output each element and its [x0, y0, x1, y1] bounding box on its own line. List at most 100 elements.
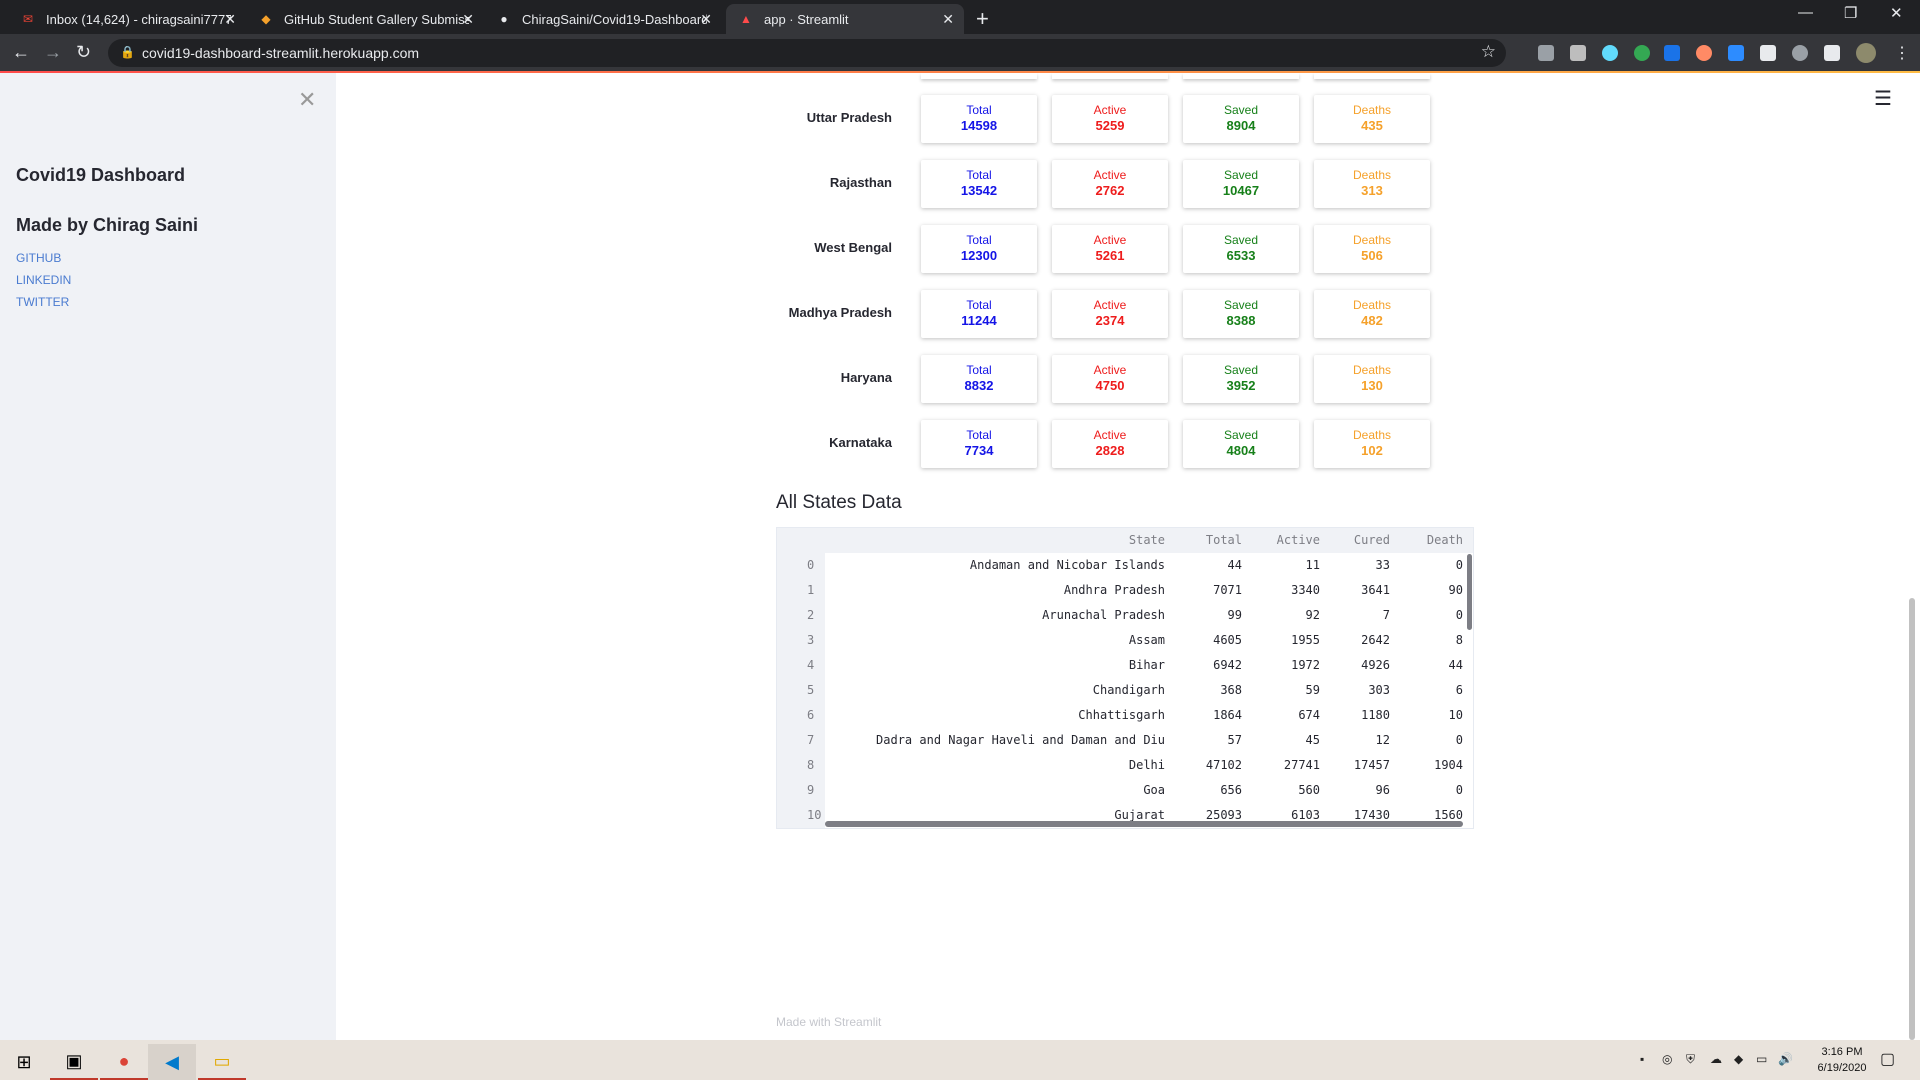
- hamburger-menu-icon[interactable]: ☰: [1874, 86, 1892, 111]
- table-cell: 99: [1227, 608, 1242, 622]
- streamlit-icon: ▲: [740, 12, 752, 26]
- new-tab-button[interactable]: +: [976, 6, 989, 32]
- table-cell: 1864: [1213, 708, 1242, 722]
- close-tab-icon[interactable]: ✕: [462, 11, 474, 28]
- stat-value: 2374: [1095, 313, 1125, 328]
- menu-kebab-icon[interactable]: ⋮: [1894, 43, 1910, 63]
- terminal-icon[interactable]: ▣: [50, 1044, 98, 1080]
- github-link[interactable]: GITHUB: [16, 251, 61, 265]
- column-header[interactable]: Cured: [1354, 533, 1390, 547]
- row-index: 3: [807, 633, 815, 647]
- table-cell: Goa: [1143, 783, 1165, 797]
- notifications-icon[interactable]: ▢: [1880, 1049, 1895, 1069]
- row-index: 8: [807, 758, 815, 772]
- table-cell: 0: [1455, 733, 1463, 747]
- bookmark-star-icon[interactable]: ☆: [1481, 42, 1496, 62]
- stat-card-total: Total 11244: [921, 290, 1037, 338]
- extension-s-icon[interactable]: [1664, 45, 1680, 61]
- stat-label: Active: [1093, 298, 1127, 312]
- stat-label: Active: [1093, 103, 1127, 117]
- table-cell: 45: [1305, 733, 1320, 747]
- sidebar-title: Covid19 Dashboard: [16, 165, 186, 185]
- stat-label: Saved: [1223, 428, 1259, 442]
- column-header[interactable]: Active: [1277, 533, 1320, 547]
- table-cell: 17457: [1353, 758, 1390, 772]
- stat-value: 2828: [1095, 443, 1125, 458]
- table-cell: 8: [1455, 633, 1463, 647]
- restore-icon[interactable]: ❐: [1844, 4, 1857, 22]
- reload-icon[interactable]: ↻: [76, 42, 91, 63]
- table-cell: Chhattisgarh: [1078, 708, 1165, 722]
- extension-card-icon[interactable]: [1760, 45, 1776, 61]
- address-bar[interactable]: 🔒 covid19-dashboard-streamlit.herokuapp.…: [108, 39, 1506, 67]
- table-cell: 0: [1455, 558, 1463, 572]
- vertical-scrollbar[interactable]: [1467, 554, 1472, 630]
- column-header[interactable]: Death: [1427, 533, 1463, 547]
- chrome-icon[interactable]: ●: [100, 1044, 148, 1080]
- column-header[interactable]: State: [1129, 533, 1165, 547]
- camera-extension-icon[interactable]: [1570, 45, 1586, 61]
- card-stub: [1052, 73, 1168, 79]
- stat-label: Saved: [1223, 233, 1259, 247]
- extension-face-icon[interactable]: [1696, 45, 1712, 61]
- tray-dropbox-icon[interactable]: ◆: [1734, 1052, 1743, 1066]
- browser-tab-streamlit[interactable]: ▲ app · Streamlit ✕: [726, 4, 964, 34]
- clock-date: 6/19/2020: [1817, 1062, 1867, 1074]
- stat-card-deaths: Deaths 102: [1314, 420, 1430, 468]
- vscode-icon[interactable]: ◀: [148, 1044, 196, 1080]
- react-devtools-icon[interactable]: [1602, 45, 1618, 61]
- extension-icon[interactable]: [1538, 45, 1554, 61]
- lock-icon: 🔒: [120, 45, 135, 59]
- card-stub: [1314, 73, 1430, 79]
- linkedin-link[interactable]: LINKEDIN: [16, 273, 71, 287]
- stat-value: 5261: [1095, 248, 1125, 263]
- cloud-icon[interactable]: ☁: [1710, 1052, 1722, 1066]
- close-window-icon[interactable]: ✕: [1890, 4, 1903, 22]
- row-index: 0: [807, 558, 815, 572]
- stat-label: Saved: [1223, 103, 1259, 117]
- tray-monitor-icon[interactable]: ▭: [1756, 1052, 1767, 1066]
- state-name: Karnataka: [829, 435, 892, 450]
- stat-card-total: Total 13542: [921, 160, 1037, 208]
- table-cell: Delhi: [1128, 758, 1165, 772]
- browser-tab-gallery[interactable]: ◆ GitHub Student Gallery Submissi ✕: [246, 4, 484, 34]
- table-cell: 6: [1455, 683, 1463, 697]
- windows-start-icon[interactable]: ⊞: [0, 1044, 48, 1080]
- table-cell: 44: [1227, 558, 1242, 572]
- table-cell: 44: [1448, 658, 1463, 672]
- forward-icon[interactable]: →: [44, 42, 62, 63]
- tray-shield-icon[interactable]: ⛨: [1686, 1052, 1695, 1067]
- sidebar-subtitle: Made by Chirag Saini: [16, 215, 199, 235]
- stat-card-total: Total 14598: [921, 95, 1037, 143]
- file-explorer-icon[interactable]: ▭: [198, 1044, 246, 1080]
- stat-value: 12300: [960, 248, 998, 263]
- twitter-link[interactable]: TWITTER: [16, 295, 69, 309]
- close-tab-icon[interactable]: ✕: [224, 11, 236, 28]
- stat-card-deaths: Deaths 482: [1314, 290, 1430, 338]
- table-cell: 17430: [1353, 808, 1390, 822]
- puzzle-icon[interactable]: [1824, 45, 1840, 61]
- minimize-icon[interactable]: —: [1798, 4, 1813, 21]
- tray-app-icon[interactable]: ▪: [1640, 1052, 1644, 1066]
- close-tab-icon[interactable]: ✕: [700, 11, 712, 28]
- extension-circle-icon[interactable]: [1792, 45, 1808, 61]
- browser-tab-github[interactable]: ● ChiragSaini/Covid19-Dashboard ✕: [484, 4, 722, 34]
- footer[interactable]: Made with Streamlit: [776, 1015, 881, 1029]
- stat-label: Total: [966, 233, 992, 247]
- extension-green-icon[interactable]: [1634, 45, 1650, 61]
- volume-icon[interactable]: 🔊: [1778, 1052, 1793, 1066]
- close-icon[interactable]: ✕: [298, 87, 316, 113]
- column-header[interactable]: Total: [1206, 533, 1242, 547]
- page-scrollbar[interactable]: [1909, 598, 1915, 1040]
- back-icon[interactable]: ←: [12, 42, 30, 63]
- close-tab-icon[interactable]: ✕: [942, 11, 954, 28]
- stat-value: 4804: [1226, 443, 1256, 458]
- avatar[interactable]: [1856, 43, 1876, 63]
- browser-tab-gmail[interactable]: ✉ Inbox (14,624) - chiragsaini7777@ ✕: [8, 4, 246, 34]
- data-table[interactable]: State Total Active Cured Death 0 Andaman and N…: [776, 527, 1474, 829]
- horizontal-scrollbar[interactable]: [825, 821, 1463, 827]
- tray-network-icon[interactable]: ◎: [1662, 1052, 1672, 1066]
- taskbar-clock[interactable]: 3:16 PM 6/19/2020: [1812, 1044, 1872, 1076]
- zoom-extension-icon[interactable]: [1728, 45, 1744, 61]
- stat-value: 8832: [964, 378, 994, 393]
